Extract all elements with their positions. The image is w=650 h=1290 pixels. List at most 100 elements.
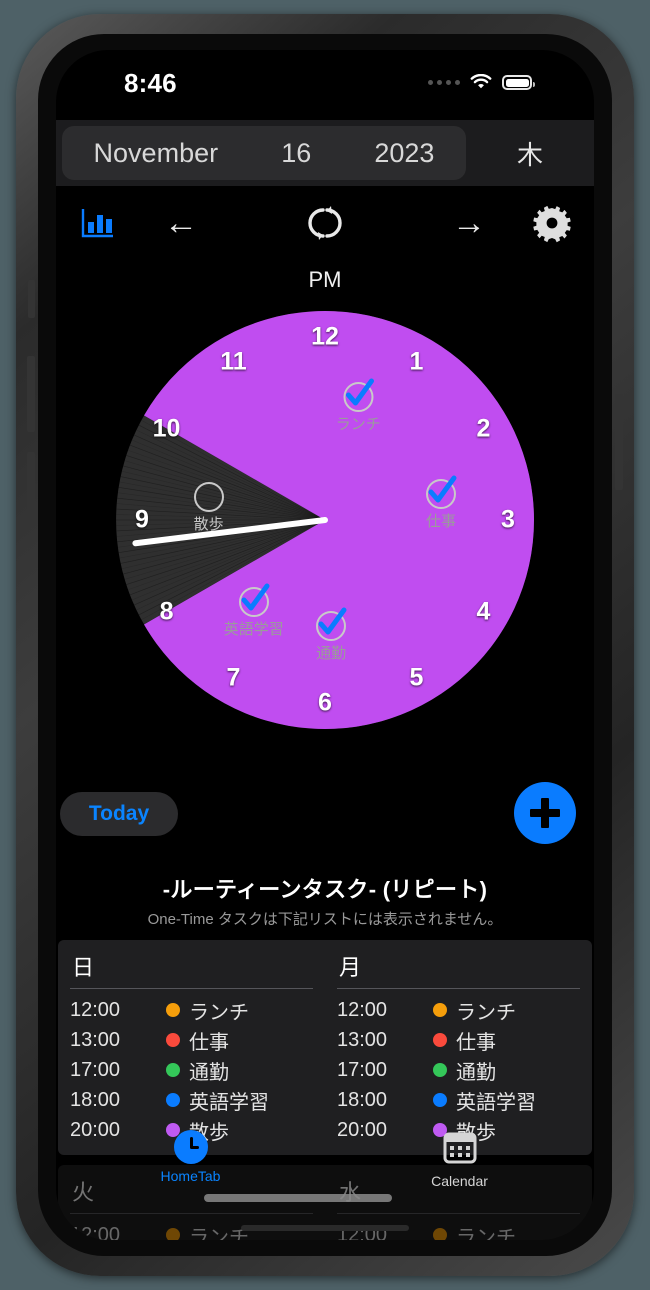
clock-task-marker[interactable]: ランチ <box>336 378 381 434</box>
next-day-button[interactable]: → <box>452 206 486 240</box>
screenshot-root: 8:46 November 16 2023 木 ← → PM 12 1 2 3 … <box>0 0 650 1290</box>
schedule-row[interactable]: 17:00 通勤 <box>70 1055 313 1085</box>
schedule-time: 12:00 <box>70 998 121 1021</box>
clock-hour-2: 2 <box>476 414 491 442</box>
today-button-label: Today <box>88 802 150 825</box>
date-picker[interactable]: November 16 2023 <box>62 126 466 180</box>
schedule-row[interactable]: 17:00 通勤 <box>337 1055 580 1085</box>
schedule-task-name: ランチ <box>189 1001 249 1024</box>
schedule-time: 20:00 <box>337 1118 388 1141</box>
schedule-row[interactable]: 20:00 散歩 <box>70 1115 313 1145</box>
schedule-task-name: 英語学習 <box>456 1091 536 1114</box>
task-color-dot <box>166 1063 180 1077</box>
schedule-row[interactable]: 18:00 英語学習 <box>337 1085 580 1115</box>
power-button[interactable] <box>615 394 623 490</box>
clock-task-label: 仕事 <box>426 512 457 530</box>
volume-up-button[interactable] <box>27 356 35 432</box>
check-circle-icon <box>238 583 270 617</box>
date-year[interactable]: 2023 <box>374 138 434 169</box>
volume-down-button[interactable] <box>27 452 35 528</box>
prev-day-button[interactable]: ← <box>164 206 198 240</box>
schedule-row[interactable]: 12:00 ランチ <box>70 995 313 1025</box>
cellular-dots-icon <box>428 80 460 85</box>
clock-widget[interactable]: PM 12 1 2 3 4 5 6 7 8 9 10 11 ランチ 仕事 通勤 英語学習 散歩 <box>56 255 594 815</box>
clock-hour-11: 11 <box>220 347 247 376</box>
clock-hour-5: 5 <box>409 663 424 692</box>
status-bar-indicators <box>428 73 535 91</box>
clock-task-marker[interactable]: 仕事 <box>426 475 457 531</box>
scroll-indicator[interactable] <box>204 1194 392 1202</box>
schedule-task-name: ランチ <box>456 1226 516 1241</box>
silence-switch[interactable] <box>28 280 35 318</box>
clock-hour-6: 6 <box>318 688 332 717</box>
schedule-task-name: 散歩 <box>189 1121 229 1144</box>
home-indicator[interactable] <box>241 1225 409 1231</box>
task-color-dot <box>166 1093 180 1107</box>
schedule-task-name: 通勤 <box>456 1061 496 1084</box>
task-color-dot <box>433 1093 447 1107</box>
date-day[interactable]: 16 <box>281 138 311 169</box>
clock-task-label: 通勤 <box>316 644 347 662</box>
check-circle-icon <box>426 475 457 509</box>
schedule-row[interactable]: 13:00 仕事 <box>70 1025 313 1055</box>
clock-task-marker[interactable]: 英語学習 <box>224 583 284 639</box>
task-color-dot <box>166 1123 180 1137</box>
schedule-task-name: 散歩 <box>456 1121 496 1144</box>
clock-hour-10: 10 <box>152 414 181 442</box>
task-color-dot <box>433 1228 447 1240</box>
schedule-task-name: 仕事 <box>456 1031 496 1054</box>
empty-circle-icon <box>193 481 224 512</box>
schedule-time: 12:00 <box>70 1223 121 1241</box>
clock-task-label: 散歩 <box>193 515 224 533</box>
schedule-task-name: 英語学習 <box>189 1091 269 1114</box>
clock-face <box>116 311 535 729</box>
clock-hour-9: 9 <box>135 505 149 534</box>
schedule-time: 18:00 <box>337 1088 388 1111</box>
gear-icon[interactable] <box>532 203 572 243</box>
schedule-day-header: 月 <box>337 948 580 989</box>
task-color-dot <box>433 1063 447 1077</box>
clock-hour-3: 3 <box>501 505 515 534</box>
task-color-dot <box>166 1228 180 1240</box>
schedule-time: 13:00 <box>337 1028 388 1051</box>
refresh-icon[interactable] <box>307 204 343 242</box>
clock-hour-7: 7 <box>226 663 241 692</box>
date-bar[interactable]: November 16 2023 木 <box>56 120 594 186</box>
clock-dial[interactable]: 12 1 2 3 4 5 6 7 8 9 10 11 ランチ 仕事 通勤 英語学習 散歩 <box>116 311 535 729</box>
task-color-dot <box>166 1003 180 1017</box>
task-color-dot <box>166 1033 180 1047</box>
date-month[interactable]: November <box>94 138 219 169</box>
clock-hour-1: 1 <box>409 347 424 376</box>
clock-task-marker[interactable]: 通勤 <box>316 607 347 663</box>
schedule-card[interactable]: 日 12:00 ランチ 13:00 仕事 17:00 通勤 18:00 英語学習 20:00 散歩月… <box>58 940 592 1155</box>
schedule-day-header: 日 <box>70 948 313 989</box>
check-circle-icon <box>343 378 374 412</box>
bar-chart-icon[interactable] <box>80 207 114 239</box>
battery-icon <box>502 75 535 90</box>
status-bar: 8:46 <box>56 50 594 112</box>
add-task-button[interactable] <box>514 782 576 844</box>
schedule-column-日: 日 12:00 ランチ 13:00 仕事 17:00 通勤 18:00 英語学習 20:00 散歩 <box>58 948 325 1145</box>
phone-frame: 8:46 November 16 2023 木 ← → PM 12 1 2 3 … <box>16 14 634 1276</box>
schedule-row[interactable]: 13:00 仕事 <box>337 1025 580 1055</box>
clock-hour-4: 4 <box>476 597 491 625</box>
schedule-task-name: ランチ <box>456 1001 516 1024</box>
clock-hour-8: 8 <box>159 597 174 625</box>
schedule-task-name: ランチ <box>189 1226 249 1241</box>
schedule-column-月: 月 12:00 ランチ 13:00 仕事 17:00 通勤 18:00 英語学習 20:00 散歩 <box>325 948 592 1145</box>
schedule-row[interactable]: 20:00 散歩 <box>337 1115 580 1145</box>
phone-screen: 8:46 November 16 2023 木 ← → PM 12 1 2 3 … <box>56 50 594 1240</box>
schedule-time: 20:00 <box>70 1118 121 1141</box>
plus-icon <box>530 798 560 828</box>
clock-task-marker[interactable]: 散歩 <box>193 481 224 534</box>
schedule-row[interactable]: 12:00 ランチ <box>337 995 580 1025</box>
schedule-time: 18:00 <box>70 1088 121 1111</box>
schedule-time: 12:00 <box>337 998 388 1021</box>
schedule-task-name: 通勤 <box>189 1061 229 1084</box>
today-button[interactable]: Today <box>60 792 178 836</box>
schedule-row[interactable]: 18:00 英語学習 <box>70 1085 313 1115</box>
routine-title: -ルーティーンタスク- (リピート) <box>162 877 488 902</box>
schedule-task-name: 仕事 <box>189 1031 229 1054</box>
schedule-time: 17:00 <box>70 1058 121 1081</box>
task-color-dot <box>433 1033 447 1047</box>
